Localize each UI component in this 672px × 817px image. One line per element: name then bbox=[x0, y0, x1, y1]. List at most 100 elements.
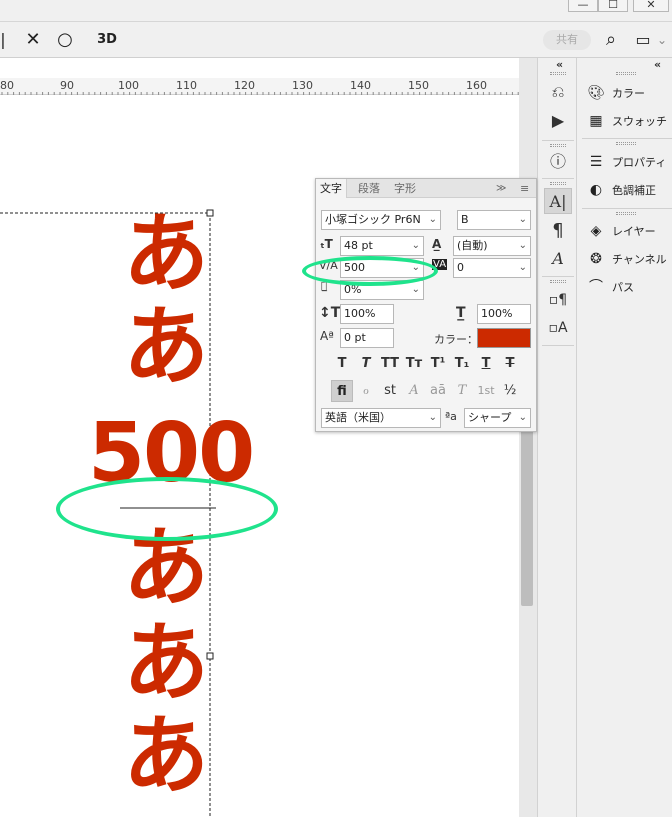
faux-italic-button[interactable]: T bbox=[355, 354, 377, 374]
titling-alternates-button[interactable]: T bbox=[451, 380, 473, 402]
tab-glyphs[interactable]: 字形 bbox=[390, 179, 420, 198]
panel-grip[interactable] bbox=[550, 182, 566, 185]
minimize-button[interactable]: — bbox=[568, 0, 598, 12]
antialias-dropdown[interactable]: シャープ ⌄ bbox=[464, 408, 531, 428]
vertical-text-char[interactable]: あ bbox=[123, 620, 209, 706]
share-button[interactable]: 共有 bbox=[543, 30, 591, 50]
panel-grip[interactable] bbox=[616, 212, 636, 215]
baseline-shift-icon: Aª bbox=[320, 329, 334, 343]
canvas-area[interactable]: 80 90 100 110 120 130 140 150 160 あ あ 50… bbox=[0, 58, 520, 817]
tab-paragraph[interactable]: 段落 bbox=[354, 179, 384, 198]
glyph-icon[interactable]: A bbox=[544, 246, 572, 272]
horizontal-scale-field[interactable]: 100% bbox=[477, 304, 531, 324]
fractions-button[interactable]: ½ bbox=[499, 380, 521, 402]
paragraph-icon[interactable]: ¶ bbox=[544, 218, 572, 244]
panel-item-properties[interactable]: ☰ プロパティ bbox=[586, 150, 672, 174]
chevron-down-icon: ⌄ bbox=[411, 240, 420, 251]
language-dropdown[interactable]: 英語（米国） ⌄ bbox=[321, 408, 441, 428]
panel-item-label: カラー bbox=[612, 87, 645, 100]
panel-item-paths[interactable]: ⌒ パス bbox=[586, 275, 672, 299]
swatches-icon: ▦ bbox=[589, 113, 603, 129]
divider bbox=[542, 140, 574, 141]
character-icon[interactable]: A| bbox=[544, 188, 572, 214]
font-family-value: 小塚ゴシック Pr6N bbox=[325, 213, 421, 226]
panel-grip[interactable] bbox=[616, 72, 636, 75]
font-family-dropdown[interactable]: 小塚ゴシック Pr6N ⌄ bbox=[321, 210, 441, 230]
underline-button[interactable]: T bbox=[475, 354, 497, 374]
chevron-down-icon: ⌄ bbox=[518, 240, 527, 251]
character-panel-tabs: 文字 段落 字形 ≫ ≡ bbox=[316, 179, 536, 198]
tab-character[interactable]: 文字 bbox=[316, 179, 347, 198]
panel-item-adjustments[interactable]: ◐ 色調補正 bbox=[586, 178, 672, 202]
discretionary-ligatures-button[interactable]: st bbox=[379, 380, 401, 402]
threed-button[interactable]: 3D bbox=[94, 30, 120, 50]
color-swatch[interactable] bbox=[477, 328, 531, 348]
vertical-text-char[interactable]: あ bbox=[123, 713, 209, 799]
horizontal-ruler[interactable]: 80 90 100 110 120 130 140 150 160 bbox=[0, 78, 520, 95]
panel-item-swatches[interactable]: ▦ スウォッチ bbox=[586, 109, 672, 133]
close-window-button[interactable]: ✕ bbox=[633, 0, 669, 12]
vertical-text-char[interactable]: あ bbox=[123, 211, 209, 297]
paths-icon: ⌒ bbox=[589, 279, 603, 295]
antialias-icon: ªa bbox=[445, 410, 457, 423]
subscript-button[interactable]: T₁ bbox=[451, 354, 473, 374]
collapse-icon[interactable]: « bbox=[654, 58, 661, 71]
contextual-alternates-button[interactable]: ℴ bbox=[355, 380, 377, 402]
font-style-dropdown[interactable]: B ⌄ bbox=[457, 210, 531, 230]
font-size-icon: ₜT bbox=[320, 237, 333, 251]
expand-icon[interactable]: ≫ bbox=[492, 179, 510, 198]
character-panel: 文字 段落 字形 ≫ ≡ 小塚ゴシック Pr6N ⌄ B ⌄ ₜT 48 pt … bbox=[315, 178, 537, 432]
leading-field[interactable]: (自動) ⌄ bbox=[453, 236, 531, 256]
vertical-text-char[interactable]: あ bbox=[123, 304, 209, 390]
panel-item-color[interactable]: 🎨︎ カラー bbox=[586, 81, 672, 105]
antialias-value: シャープ bbox=[468, 411, 512, 424]
panel-grip[interactable] bbox=[616, 142, 636, 145]
panel-item-label: チャンネル bbox=[612, 253, 667, 266]
divider bbox=[542, 345, 574, 346]
scrollbar-thumb[interactable] bbox=[521, 430, 533, 606]
tracking-field[interactable]: 0 ⌄ bbox=[453, 258, 531, 278]
panel-item-label: 色調補正 bbox=[612, 184, 656, 197]
collapse-icon[interactable]: « bbox=[556, 58, 563, 71]
ligatures-button[interactable]: fi bbox=[331, 380, 353, 402]
superscript-button[interactable]: T¹ bbox=[427, 354, 449, 374]
commit-icon[interactable]: ○ bbox=[54, 30, 76, 50]
baseline-shift-field[interactable]: 0 pt bbox=[340, 328, 394, 348]
leading-value: (自動) bbox=[457, 239, 488, 252]
panel-item-layers[interactable]: ◈ レイヤー bbox=[586, 219, 672, 243]
panel-grip[interactable] bbox=[550, 280, 566, 283]
panel-menu-icon[interactable]: ≡ bbox=[516, 179, 533, 198]
chevron-down-icon[interactable]: ⌄ bbox=[654, 30, 670, 50]
info-icon[interactable]: ⓘ bbox=[544, 149, 572, 175]
channels-icon: ❂ bbox=[590, 251, 602, 267]
cancel-icon[interactable]: ✕ bbox=[22, 30, 44, 50]
chevron-down-icon: ⌄ bbox=[411, 284, 420, 295]
char-style-icon[interactable]: ▫A bbox=[544, 315, 572, 341]
workspace-icon[interactable]: ▭ bbox=[632, 30, 654, 50]
divider bbox=[542, 178, 574, 179]
maximize-button[interactable]: ☐ bbox=[598, 0, 628, 12]
all-caps-button[interactable]: TT bbox=[379, 354, 401, 374]
panel-item-channels[interactable]: ❂ チャンネル bbox=[586, 247, 672, 271]
stylistic-alternates-button[interactable]: aā bbox=[427, 380, 449, 402]
panel-grip[interactable] bbox=[550, 72, 566, 75]
panel-grip[interactable] bbox=[550, 144, 566, 147]
play-icon[interactable]: ▶ bbox=[544, 108, 572, 134]
search-icon[interactable]: ⌕ bbox=[600, 30, 622, 50]
tracking-value: 0 bbox=[457, 261, 464, 274]
font-size-field[interactable]: 48 pt ⌄ bbox=[340, 236, 424, 256]
chevron-down-icon: ⌄ bbox=[518, 262, 527, 273]
small-caps-button[interactable]: Tт bbox=[403, 354, 425, 374]
strikethrough-button[interactable]: T bbox=[499, 354, 521, 374]
properties-icon: ☰ bbox=[589, 154, 603, 170]
chevron-down-icon: ⌄ bbox=[518, 412, 527, 423]
divider bbox=[582, 208, 672, 209]
options-bar-divider: | bbox=[0, 30, 6, 49]
ordinals-button[interactable]: 1st bbox=[475, 380, 497, 402]
swash-button[interactable]: A bbox=[403, 380, 425, 402]
divider bbox=[582, 138, 672, 139]
history-icon[interactable]: ⎌ bbox=[544, 79, 572, 105]
faux-bold-button[interactable]: T bbox=[331, 354, 353, 374]
para-style-icon[interactable]: ▫¶ bbox=[544, 287, 572, 313]
vertical-scale-field[interactable]: 100% bbox=[340, 304, 394, 324]
